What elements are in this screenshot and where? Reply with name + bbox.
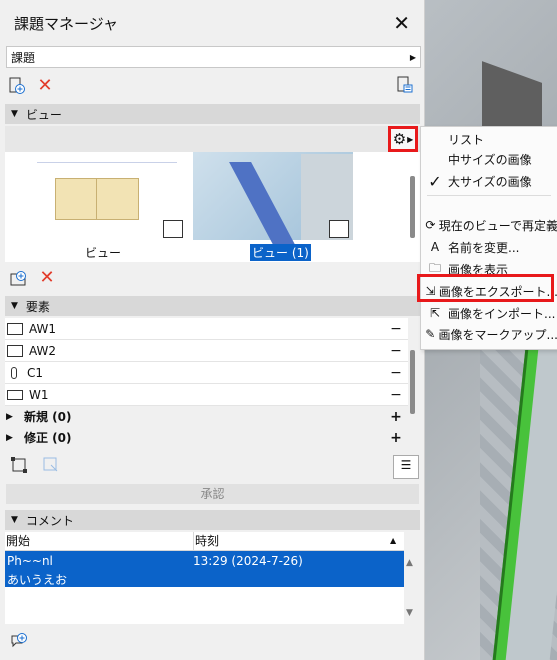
comments-table: 開始 時刻 ▲ Ph~~nl 13:29 (2024-7-26) あいうえお (5, 532, 404, 624)
checkmark-icon: ✓ (428, 171, 442, 191)
view-thumbnail-selected[interactable] (193, 152, 353, 252)
add-element-button[interactable]: + (384, 430, 408, 446)
list-item[interactable]: W1 − (5, 384, 408, 406)
expand-arrow-icon: ▶ (6, 411, 13, 422)
scroll-up-icon[interactable]: ▲ (406, 558, 413, 568)
3d-view-icon (329, 220, 349, 238)
view-thumbnail[interactable] (27, 152, 187, 240)
scroll-down-icon[interactable]: ▼ (406, 608, 413, 618)
approve-button[interactable]: 承認 (6, 484, 419, 504)
comment-author: Ph~~nl (7, 554, 53, 568)
expand-arrow-icon: ▶ (6, 432, 13, 443)
group-row[interactable]: ▶ 修正 (0) + (5, 427, 408, 448)
section-comments-header[interactable]: ▼ コメント (5, 510, 420, 530)
elements-scrollbar[interactable] (410, 350, 415, 414)
table-row[interactable]: Ph~~nl 13:29 (2024-7-26) あいうえお (5, 551, 404, 587)
menu-separator (427, 195, 551, 196)
menu-item-list[interactable]: リスト (421, 129, 557, 149)
sort-up-icon[interactable]: ▲ (389, 532, 404, 550)
section-comments-label: コメント (25, 513, 74, 528)
comment-time: 13:29 (2024-7-26) (193, 554, 303, 568)
issue-list-icon[interactable] (396, 76, 414, 94)
annotation-highlight-box (417, 274, 554, 302)
view-toolbar: ⚙ ▶ (5, 126, 420, 152)
window-title: 課題マネージャ (14, 14, 118, 33)
issue-selector[interactable]: 課題 ▶ (6, 46, 421, 68)
wall-element-icon (7, 344, 23, 357)
titlebar: 課題マネージャ ✕ (0, 0, 424, 46)
checklist-icon[interactable]: ☰ (393, 455, 419, 479)
elements-toolbar (10, 454, 60, 478)
add-comment-icon[interactable] (10, 632, 28, 650)
column-element-icon (11, 366, 17, 379)
add-view-icon[interactable] (10, 269, 28, 287)
comment-text: あいうえお (7, 573, 68, 587)
menu-item-rename[interactable]: A 名前を変更... (421, 237, 557, 257)
list-item[interactable]: C1 − (5, 362, 408, 384)
remove-element-button[interactable]: − (384, 321, 408, 337)
remove-element-button[interactable]: − (384, 387, 408, 403)
comments-scrollbar[interactable]: ▲ ▼ (404, 550, 420, 622)
view-label: ビュー (85, 246, 122, 260)
remove-element-button[interactable]: − (384, 365, 408, 381)
menu-item-medium-images[interactable]: 中サイズの画像 (421, 149, 557, 169)
menu-item-import-image[interactable]: ⇱ 画像をインポート... (421, 303, 557, 323)
section-view-header[interactable]: ▼ ビュー (5, 104, 420, 124)
floorplan-icon (163, 220, 183, 238)
import-icon: ⇱ (429, 306, 441, 320)
add-element-button[interactable]: + (384, 409, 408, 425)
redefine-icon: ⟳ (425, 218, 436, 232)
wall-element-icon (7, 322, 23, 335)
remove-element-button[interactable]: − (384, 343, 408, 359)
highlight-elements-icon[interactable] (42, 457, 60, 475)
issue-toolbar: ✕ (8, 74, 54, 98)
close-icon[interactable]: ✕ (393, 13, 410, 33)
collapse-arrow-icon: ▼ (11, 515, 18, 525)
window-element-icon (7, 389, 23, 400)
section-elements-header[interactable]: ▼ 要素 (5, 296, 420, 316)
column-header-time[interactable]: 時刻 (194, 532, 389, 550)
select-elements-icon[interactable] (10, 457, 28, 475)
view-label-selected: ビュー (1) (250, 244, 311, 261)
new-issue-icon[interactable] (8, 77, 26, 95)
section-view-label: ビュー (25, 107, 62, 122)
view-options-menu: リスト 中サイズの画像 ✓ 大サイズの画像 ⟳ 現在のビューで再定義 A 名前を変更.… (420, 126, 557, 350)
group-row[interactable]: ▶ 新規 (0) + (5, 406, 408, 427)
menu-item-large-images[interactable]: ✓ 大サイズの画像 (421, 171, 557, 191)
collapse-arrow-icon: ▼ (11, 109, 18, 119)
view-thumbnails: ビュー ビュー (1) (5, 152, 420, 262)
3d-beam-shape (229, 162, 299, 252)
delete-issue-icon[interactable]: ✕ (36, 77, 54, 95)
table-header: 開始 時刻 ▲ (5, 532, 404, 551)
views-scrollbar[interactable] (410, 176, 415, 238)
issue-selector-value: 課題 (11, 50, 36, 65)
elements-list: AW1 − AW2 − C1 − W1 − ▶ 新規 (0) + ▶ 修正 (0… (5, 318, 408, 448)
menu-item-markup-image[interactable]: ✎ 画像をマークアップ... (421, 324, 557, 344)
rename-icon: A (430, 240, 440, 254)
menu-item-redefine[interactable]: ⟳ 現在のビューで再定義 (421, 215, 557, 235)
delete-view-icon[interactable]: ✕ (38, 269, 56, 287)
section-elements-label: 要素 (25, 299, 50, 314)
list-item[interactable]: AW1 − (5, 318, 408, 340)
plan-drawing (55, 178, 139, 220)
collapse-arrow-icon: ▼ (11, 301, 18, 311)
view-toolbar-bottom: ✕ (10, 266, 56, 290)
list-item[interactable]: AW2 − (5, 340, 408, 362)
chevron-right-icon: ▶ (409, 52, 416, 62)
issue-manager-panel: 課題マネージャ ✕ 課題 ▶ ✕ ▼ ビュー ⚙ ▶ ビュー ビュー (1) ✕… (0, 0, 425, 660)
column-header-start[interactable]: 開始 (5, 532, 194, 550)
markup-icon: ✎ (425, 327, 436, 341)
view-options-gear-icon[interactable]: ⚙ ▶ (388, 126, 418, 152)
